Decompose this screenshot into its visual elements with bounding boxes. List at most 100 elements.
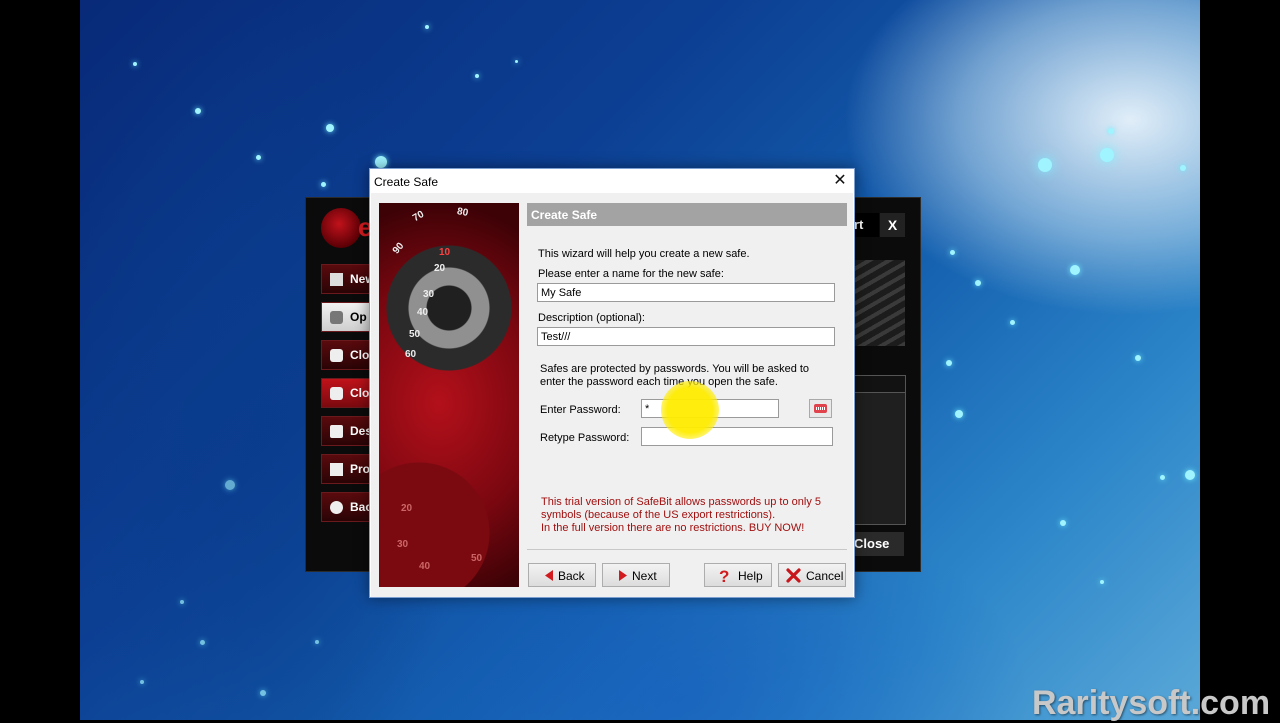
bokeh-dot <box>133 62 137 66</box>
description-label: Description (optional): <box>538 312 645 324</box>
bokeh-dot <box>975 280 981 286</box>
open-safe-icon <box>330 311 343 324</box>
bokeh-dot <box>950 250 955 255</box>
bokeh-dot <box>475 74 479 78</box>
skull-icon <box>330 425 343 438</box>
button-separator <box>527 549 847 550</box>
keyboard-icon <box>814 404 827 413</box>
question-mark-icon: ? <box>719 567 729 584</box>
bokeh-dot <box>1108 128 1114 134</box>
bg-close-button[interactable]: Close <box>854 532 904 556</box>
bokeh-dot <box>946 360 952 366</box>
dial-number: 40 <box>419 561 431 572</box>
bokeh-dot <box>1180 165 1186 171</box>
password-info-line-2: enter the password each time you open th… <box>540 376 778 388</box>
back-button-label: Back <box>558 569 585 583</box>
watermark-text: Raritysoft.com <box>1032 684 1271 722</box>
bokeh-dot <box>140 680 144 684</box>
retype-password-label: Retype Password: <box>540 432 630 444</box>
dialog-title: Create Safe <box>374 175 439 189</box>
bokeh-dot <box>1060 520 1066 526</box>
bokeh-dot <box>180 600 184 604</box>
left-triangle-icon <box>545 570 553 581</box>
dial-number: 10 <box>439 247 451 258</box>
bg-top-button[interactable]: rt <box>854 213 879 237</box>
trial-warning-line-1: This trial version of SafeBit allows pas… <box>541 496 822 508</box>
bokeh-dot <box>1070 265 1080 275</box>
bokeh-dot <box>1160 475 1165 480</box>
dial-number: 60 <box>405 349 417 360</box>
bg-menu-close-all-label: Clo <box>350 386 370 400</box>
safe-name-field[interactable] <box>537 283 835 302</box>
bokeh-dot <box>260 690 266 696</box>
bokeh-dot <box>1100 580 1104 584</box>
name-label: Please enter a name for the new safe: <box>538 268 724 280</box>
dialog-client-area: 70 80 90 10 20 30 40 50 60 20 30 40 50 C… <box>371 193 853 597</box>
virtual-keyboard-button[interactable] <box>809 399 832 418</box>
dial-number: 20 <box>401 503 413 514</box>
dial-number: 50 <box>409 329 421 340</box>
bg-menu-close-label: Clo <box>350 348 370 362</box>
cancel-button[interactable]: Cancel <box>778 563 846 587</box>
bokeh-dot <box>315 640 319 644</box>
next-button-label: Next <box>632 569 657 583</box>
description-field[interactable] <box>537 327 835 346</box>
bg-list-header <box>855 376 905 393</box>
dial-number: 30 <box>397 539 409 550</box>
bokeh-dot <box>195 108 201 114</box>
wizard-header: Create Safe <box>527 203 847 226</box>
right-triangle-icon <box>619 570 627 581</box>
dial-number: 70 <box>410 208 427 225</box>
dial-number: 40 <box>417 307 429 318</box>
dial-number: 20 <box>434 263 446 274</box>
dialog-titlebar[interactable]: Create Safe ✕ <box>370 169 854 193</box>
red-x-icon <box>786 568 801 583</box>
bokeh-dot <box>321 182 326 187</box>
lock-icon <box>330 349 343 362</box>
dial-number: 90 <box>390 240 407 257</box>
password-info-line-1: Safes are protected by passwords. You wi… <box>540 363 810 375</box>
bokeh-dot <box>1038 158 1052 172</box>
bg-menu-properties-label: Pro <box>350 462 371 476</box>
bokeh-dot <box>200 640 205 645</box>
disc-icon <box>330 501 343 514</box>
dial-number: 30 <box>423 289 435 300</box>
enter-password-label: Enter Password: <box>540 404 621 416</box>
bokeh-dot <box>375 156 387 168</box>
combination-lock-image: 70 80 90 10 20 30 40 50 60 20 30 40 50 <box>379 203 519 587</box>
bokeh-dot <box>326 124 334 132</box>
trial-warning-line-2: symbols (because of the US export restri… <box>541 509 776 521</box>
lock-icon <box>330 387 343 400</box>
enter-password-field[interactable] <box>641 399 779 418</box>
bokeh-dot <box>515 60 518 63</box>
trial-warning-line-3: In the full version there are no restric… <box>541 522 805 534</box>
bokeh-dot <box>1010 320 1015 325</box>
bokeh-dot <box>425 25 429 29</box>
bokeh-dot <box>955 410 963 418</box>
cancel-button-label: Cancel <box>806 569 844 583</box>
bg-list-panel <box>854 375 906 525</box>
create-safe-dialog: Create Safe ✕ 70 80 90 10 20 30 40 50 60… <box>369 168 855 598</box>
folder-icon <box>330 273 343 286</box>
bg-close-x-button[interactable]: X <box>880 213 905 237</box>
help-button[interactable]: ? Help <box>704 563 772 587</box>
help-button-label: Help <box>738 569 763 583</box>
svg-text:?: ? <box>719 567 729 584</box>
retype-password-field[interactable] <box>641 427 833 446</box>
app-logo <box>321 208 361 248</box>
bokeh-dot <box>225 480 235 490</box>
wizard-header-title: Create Safe <box>531 208 598 222</box>
intro-text: This wizard will help you create a new s… <box>538 248 750 260</box>
bg-menu-open-label: Op <box>350 310 367 324</box>
dial-number: 50 <box>471 553 483 564</box>
bokeh-dot <box>1135 355 1141 361</box>
bokeh-dot <box>1100 148 1114 162</box>
dial-number: 80 <box>456 206 469 219</box>
tools-icon <box>330 463 343 476</box>
bg-decorative-graphic <box>854 260 905 346</box>
next-button[interactable]: Next <box>602 563 670 587</box>
close-icon[interactable]: ✕ <box>830 171 850 191</box>
bokeh-dot <box>256 155 261 160</box>
back-button[interactable]: Back <box>528 563 596 587</box>
bokeh-dot <box>1185 470 1195 480</box>
